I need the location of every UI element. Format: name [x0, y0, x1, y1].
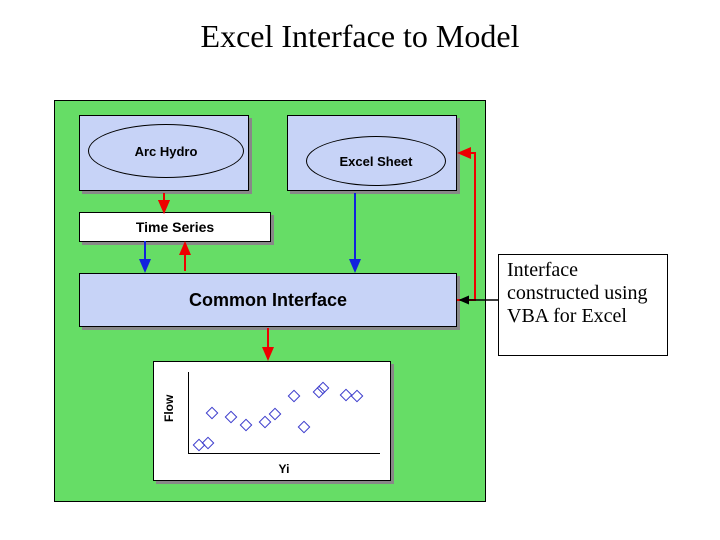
excel-sheet-label: Excel Sheet — [340, 154, 413, 169]
chart-point — [225, 410, 238, 423]
diagram-panel: Arc Hydro Excel Sheet Time Series Common… — [54, 100, 486, 502]
time-series-box: Time Series — [79, 212, 271, 242]
chart-point — [206, 406, 219, 419]
callout-box: Interface constructed using VBA for Exce… — [498, 254, 668, 356]
chart-point — [351, 390, 364, 403]
chart-point — [240, 418, 253, 431]
arc-hydro-label: Arc Hydro — [135, 144, 198, 159]
flow-chart-box: Flow Yi — [153, 361, 391, 481]
chart-point — [269, 408, 282, 421]
chart-point — [288, 390, 301, 403]
time-series-label: Time Series — [136, 219, 214, 235]
common-interface-label: Common Interface — [189, 290, 347, 311]
arc-hydro-box: Arc Hydro — [79, 115, 249, 191]
chart-point — [297, 421, 310, 434]
chart-plot-area — [188, 372, 380, 454]
callout-text: Interface constructed using VBA for Exce… — [507, 259, 648, 327]
excel-sheet-box: Excel Sheet — [287, 115, 457, 191]
page-title: Excel Interface to Model — [0, 18, 720, 55]
arc-hydro-ellipse: Arc Hydro — [88, 124, 244, 178]
chart-point — [259, 416, 272, 429]
chart-xlabel: Yi — [188, 460, 380, 478]
excel-sheet-ellipse: Excel Sheet — [306, 136, 446, 186]
chart-ylabel: Flow — [156, 362, 182, 454]
common-interface-box: Common Interface — [79, 273, 457, 327]
chart-point — [202, 437, 215, 450]
